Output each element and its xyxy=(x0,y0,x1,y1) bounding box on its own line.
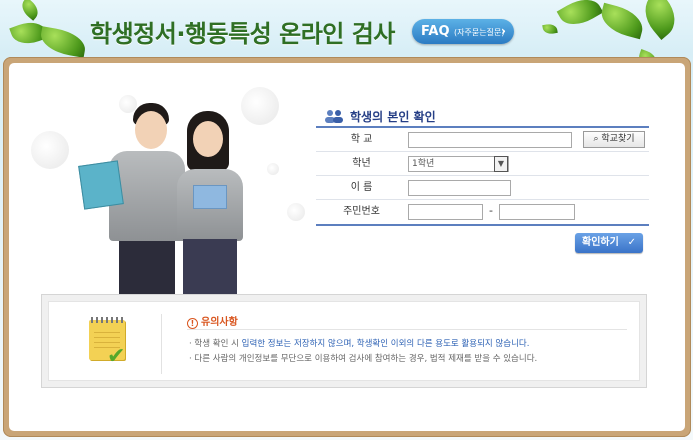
notice-item-1-prefix: 학생 확인 시 xyxy=(194,339,242,349)
faq-button[interactable]: FAQ (자주묻는질문) › xyxy=(412,19,514,44)
resident-number-label: 주민번호 xyxy=(316,200,407,224)
leaf-decoration xyxy=(542,22,558,36)
book-illustration xyxy=(78,160,124,210)
check-icon: ✓ xyxy=(627,237,636,248)
grade-selected-value: 1학년 xyxy=(412,159,435,169)
notice-item: · 다른 사람의 개인정보를 무단으로 이용하여 검사에 참여하는 경우, 법적… xyxy=(189,354,538,364)
bubble-decoration xyxy=(31,131,69,169)
page-title: 학생정서·행동특성 온라인 검사 xyxy=(90,20,395,48)
leaf-decoration xyxy=(38,26,88,58)
leaf-decoration xyxy=(17,0,43,21)
chevron-down-icon: ▼ xyxy=(494,156,508,172)
notice-item-2: 다른 사람의 개인정보를 무단으로 이용하여 검사에 참여하는 경우, 법적 제… xyxy=(194,354,538,364)
search-icon: ⌕ xyxy=(593,134,599,144)
resident-number-front-input[interactable] xyxy=(408,204,483,220)
checkmark-icon: ✔ xyxy=(107,344,126,369)
grade-label: 학년 xyxy=(316,152,407,175)
book-illustration xyxy=(193,185,227,209)
warning-icon: ! xyxy=(187,318,198,329)
confirm-label: 확인하기 xyxy=(582,237,619,248)
notice-box: ✔ ! 유의사항 · 학생 확인 시 입력한 정보는 저장하지 않으며, 학생확인… xyxy=(41,294,647,388)
divider xyxy=(187,329,627,330)
people-icon xyxy=(325,110,343,123)
student-girl-illustration xyxy=(171,111,251,303)
notice-item-1-highlight: 입력한 정보는 저장하지 않으며, 학생확인 이외의 다른 용도로 활용되지 않… xyxy=(241,339,530,349)
leaf-decoration xyxy=(556,0,604,33)
divider xyxy=(161,314,162,374)
school-label: 학 교 xyxy=(316,128,407,151)
bubble-decoration xyxy=(287,203,305,221)
page-header: 학생정서·행동특성 온라인 검사 FAQ (자주묻는질문) › xyxy=(0,0,693,71)
leaf-decoration xyxy=(635,0,685,40)
faq-sub-label: (자주묻는질문) xyxy=(454,28,505,37)
grade-select[interactable]: 1학년 ▼ xyxy=(408,156,509,172)
notice-item: · 학생 확인 시 입력한 정보는 저장하지 않으며, 학생확인 이외의 다른 … xyxy=(189,339,530,349)
identity-form: 학 교 ⌕ 학교찾기 학년 1학년 ▼ 이 름 주민번호 - xyxy=(316,126,649,226)
form-title: 학생의 본인 확인 xyxy=(350,110,436,124)
student-boy-illustration xyxy=(78,103,185,303)
notice-title: ! 유의사항 xyxy=(187,313,238,329)
confirm-button[interactable]: 확인하기 ✓ xyxy=(575,233,643,253)
form-row-resident-number: 주민번호 - xyxy=(316,200,649,224)
faq-label: FAQ xyxy=(421,24,450,39)
form-row-school: 학 교 ⌕ 학교찾기 xyxy=(316,128,649,152)
school-search-label: 학교찾기 xyxy=(601,134,635,144)
school-input[interactable] xyxy=(408,132,572,148)
notice-title-text: 유의사항 xyxy=(201,317,238,328)
resident-number-separator: - xyxy=(489,204,493,217)
resident-number-back-input[interactable] xyxy=(499,204,575,220)
chevron-right-icon: › xyxy=(501,24,506,38)
form-row-name: 이 름 xyxy=(316,176,649,200)
form-header: 학생의 본인 확인 xyxy=(316,106,649,126)
school-search-button[interactable]: ⌕ 학교찾기 xyxy=(583,131,645,148)
name-input[interactable] xyxy=(408,180,511,196)
main-panel: 학생의 본인 확인 학 교 ⌕ 학교찾기 학년 1학년 ▼ 이 름 주민번호 -… xyxy=(9,63,685,431)
notice-content: ✔ ! 유의사항 · 학생 확인 시 입력한 정보는 저장하지 않으며, 학생확인… xyxy=(48,301,640,381)
bubble-decoration xyxy=(267,163,279,175)
form-row-grade: 학년 1학년 ▼ xyxy=(316,152,649,176)
name-label: 이 름 xyxy=(316,176,407,199)
main-frame: 학생의 본인 확인 학 교 ⌕ 학교찾기 학년 1학년 ▼ 이 름 주민번호 -… xyxy=(3,57,691,437)
leaf-decoration xyxy=(597,2,647,40)
